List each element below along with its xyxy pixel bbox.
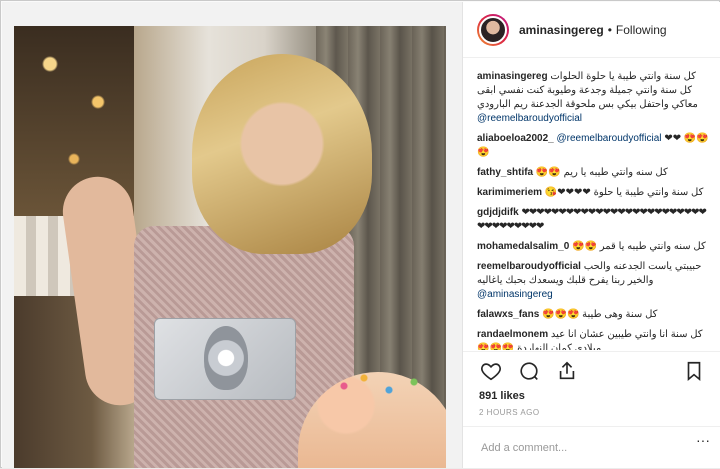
comment: gdjdjdifk ❤❤❤❤❤❤❤❤❤❤❤❤❤❤❤❤❤❤❤❤❤❤❤❤❤❤❤❤❤❤… [477, 206, 710, 234]
add-comment-bar [463, 426, 720, 469]
comment-username[interactable]: aminasingereg [477, 71, 548, 82]
comment-username[interactable]: karimimeriem [477, 187, 542, 198]
sprinkles [334, 366, 434, 406]
header-separator: • [607, 22, 612, 37]
comment-username[interactable]: mohamedalsalim_0 [477, 241, 569, 252]
post-sidebar: aminasingereg • Following aminasingereg … [463, 2, 720, 468]
comments-list: aminasingereg كل سنة وانتي طيبة يا حلوة … [463, 58, 720, 350]
action-icons [463, 352, 720, 390]
portrait-head [192, 54, 372, 254]
comment-username[interactable]: randaelmonem [477, 329, 548, 340]
comment-input[interactable] [479, 441, 683, 455]
comment-text: كل سنه وانتي طيبه يا قمر 😍😍 [572, 241, 706, 252]
share-icon[interactable] [555, 359, 579, 383]
jewel-brooch [204, 326, 248, 390]
comment-text: كل سنة وهى طيبة 😍😍😍 [542, 309, 658, 320]
post-photo[interactable] [14, 26, 446, 468]
photo-panel [2, 2, 463, 468]
more-options-icon[interactable]: ··· [696, 432, 710, 448]
likes-count[interactable]: 891 likes [463, 390, 720, 402]
instagram-post-window: aminasingereg • Following aminasingereg … [0, 0, 720, 468]
bookmark-icon[interactable] [682, 359, 706, 383]
caption: aminasingereg كل سنة وانتي طيبة يا حلوة … [477, 70, 710, 126]
header-username[interactable]: aminasingereg [519, 23, 604, 37]
comment-username[interactable]: aliaboeloa2002_ [477, 133, 554, 144]
comment-username[interactable]: gdjdjdifk [477, 207, 519, 218]
comment-username[interactable]: reemelbaroudyofficial [477, 261, 581, 272]
comment: falawxs_fans كل سنة وهى طيبة 😍😍😍 [477, 308, 710, 322]
comment: mohamedalsalim_0 كل سنه وانتي طيبه يا قم… [477, 240, 710, 254]
comment-username[interactable]: falawxs_fans [477, 309, 539, 320]
comment-text: كل سنه وانتي طيبه يا ريم 😍😍 [535, 167, 668, 178]
comment: reemelbaroudyofficial حبيبتي ياست الجدعن… [477, 260, 710, 302]
post-header: aminasingereg • Following [463, 2, 720, 58]
comment-username[interactable]: fathy_shtifa [477, 167, 533, 178]
comment: aliaboeloa2002_ @reemelbaroudyofficial ❤… [477, 132, 710, 160]
comment-mention[interactable]: @aminasingereg [477, 289, 553, 300]
comment: randaelmonem كل سنة انا وانتي طيبين عشان… [477, 328, 710, 350]
comment: fathy_shtifa كل سنه وانتي طيبه يا ريم 😍😍 [477, 166, 710, 180]
comment-mention[interactable]: @reemelbaroudyofficial [477, 113, 582, 124]
post-actions: 891 likes 2 HOURS AGO [463, 351, 720, 417]
comment-text: كل سنة وانتي طيبة يا حلوة ❤❤❤❤😘 [544, 187, 704, 198]
avatar [479, 15, 507, 44]
comment-mention[interactable]: @reemelbaroudyofficial [557, 133, 662, 144]
post-timestamp[interactable]: 2 HOURS AGO [463, 408, 720, 417]
heart-icon[interactable] [479, 359, 503, 383]
comment-icon[interactable] [517, 359, 541, 383]
comment: karimimeriem كل سنة وانتي طيبة يا حلوة ❤… [477, 186, 710, 200]
avatar-story-ring[interactable] [477, 13, 509, 46]
following-button[interactable]: Following [616, 23, 667, 37]
